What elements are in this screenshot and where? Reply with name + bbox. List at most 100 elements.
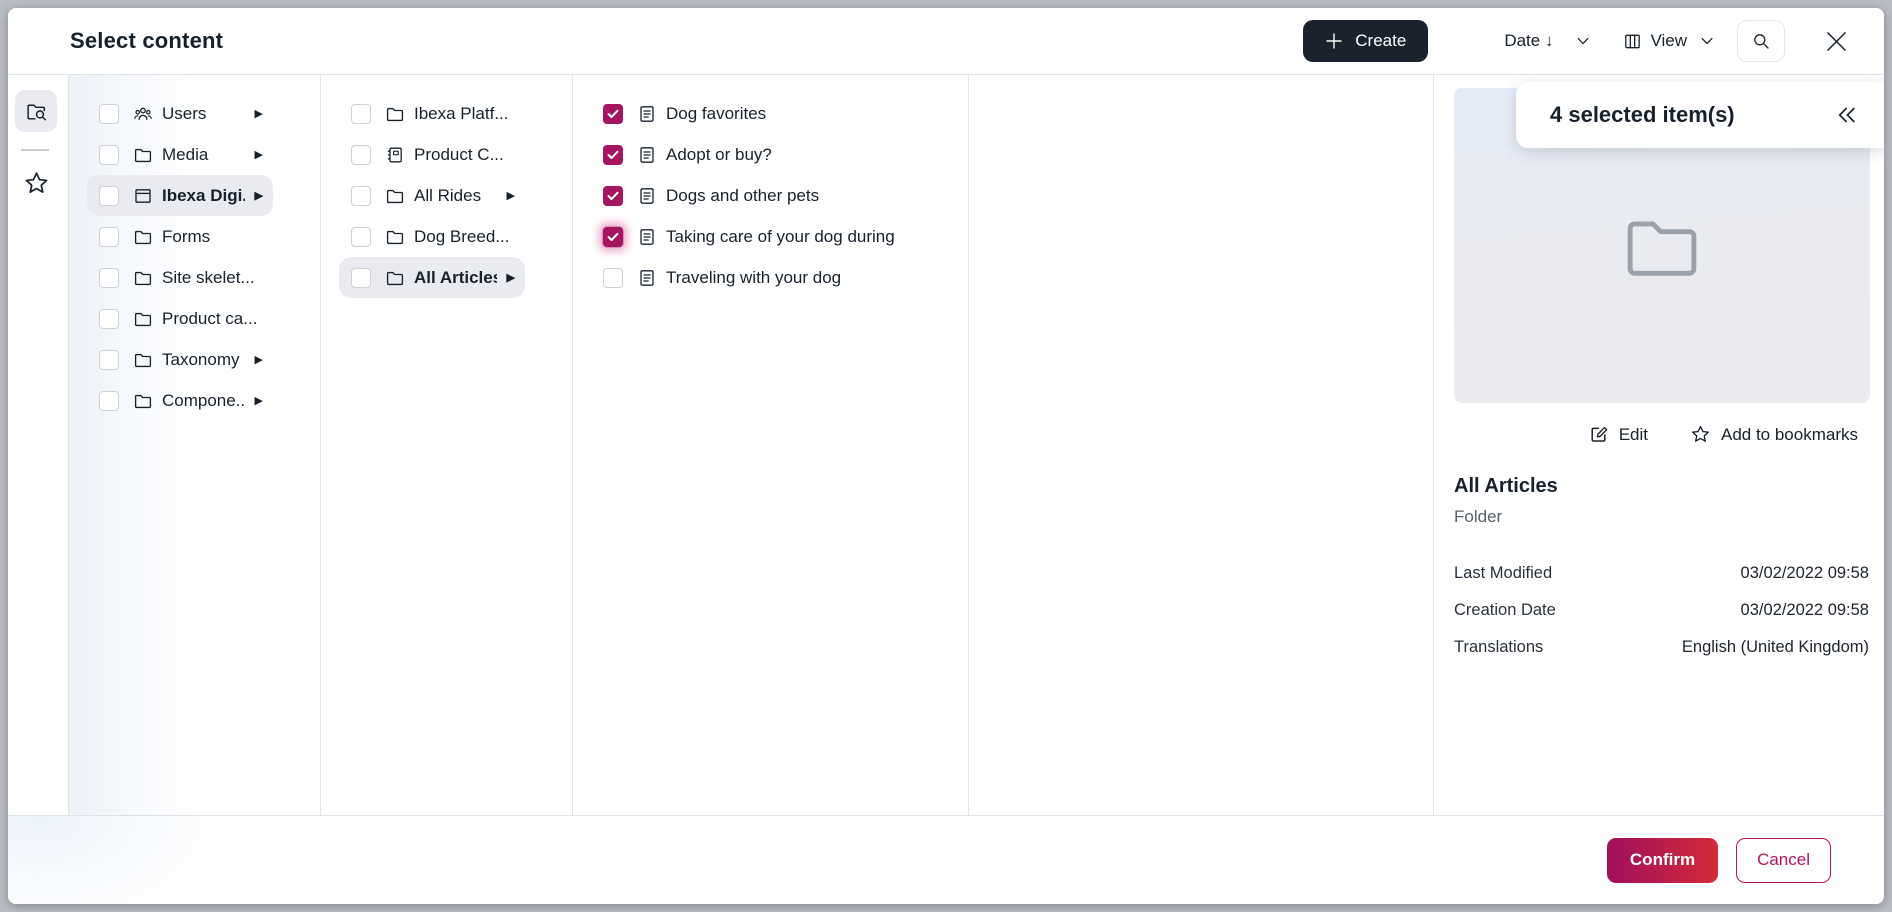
confirm-button[interactable]: Confirm — [1607, 838, 1718, 883]
folder-icon — [133, 268, 153, 288]
expand-arrow-icon[interactable]: ▶ — [507, 271, 515, 284]
expand-arrow-icon[interactable]: ▶ — [255, 107, 263, 120]
tree-item[interactable]: Compone... ▶ — [87, 380, 273, 421]
item-checkbox[interactable] — [99, 309, 119, 329]
sort-dropdown[interactable]: Date ↓ — [1504, 31, 1591, 51]
folder-icon — [133, 309, 153, 329]
tree-item[interactable]: Site skelet... — [87, 257, 273, 298]
create-button[interactable]: Create — [1303, 20, 1428, 62]
expand-arrow-icon[interactable]: ▶ — [507, 189, 515, 202]
tree-item-label: All Articles — [414, 268, 497, 288]
close-button[interactable] — [1823, 28, 1850, 55]
folder-icon — [385, 104, 405, 124]
item-checkbox[interactable] — [603, 268, 623, 288]
modal-footer: Confirm Cancel — [8, 815, 1884, 904]
tree-item[interactable]: Adopt or buy? — [591, 134, 908, 175]
tree-item-label: Ibexa Platf... — [414, 104, 515, 124]
item-checkbox[interactable] — [603, 104, 623, 124]
chevron-down-icon — [1699, 33, 1715, 49]
metadata-label: Creation Date — [1454, 601, 1556, 620]
folder-icon — [385, 227, 405, 247]
item-checkbox[interactable] — [99, 145, 119, 165]
tree-item-label: Dog favorites — [666, 104, 898, 124]
search-button[interactable] — [1737, 20, 1785, 62]
expand-arrow-icon[interactable]: ▶ — [255, 353, 263, 366]
article-icon — [637, 145, 657, 165]
metadata-row: Translations English (United Kingdom) — [1454, 629, 1869, 666]
folder-icon — [133, 145, 153, 165]
tree-item[interactable]: Dog favorites — [591, 93, 908, 134]
tree-item[interactable]: Ibexa Digi...▶ — [87, 175, 273, 216]
select-content-modal: Select content Create Date ↓ View — [8, 8, 1884, 904]
tree-item[interactable]: Dogs and other pets — [591, 175, 908, 216]
item-checkbox[interactable] — [99, 391, 119, 411]
tree-item-label: Forms — [162, 227, 263, 247]
metadata-label: Translations — [1454, 638, 1543, 657]
site-icon — [133, 186, 153, 206]
add-to-bookmarks-button[interactable]: Add to bookmarks — [1690, 424, 1858, 445]
catalog-icon — [385, 145, 405, 165]
item-title: All Articles — [1454, 475, 1558, 498]
tree-item[interactable]: All Rides ▶ — [339, 175, 525, 216]
content-tree-columns: Users▶Media▶Ibexa Digi...▶FormsSite skel… — [69, 75, 1434, 815]
item-checkbox[interactable] — [351, 145, 371, 165]
metadata-value: 03/02/2022 09:58 — [1741, 601, 1869, 620]
tree-item[interactable]: Dog Breed... — [339, 216, 525, 257]
view-dropdown[interactable]: View — [1623, 31, 1715, 51]
folder-icon — [133, 227, 153, 247]
create-button-label: Create — [1355, 31, 1406, 51]
cancel-button[interactable]: Cancel — [1736, 838, 1831, 883]
item-checkbox[interactable] — [351, 104, 371, 124]
double-chevron-left-icon — [1832, 102, 1858, 128]
edit-button[interactable]: Edit — [1588, 424, 1648, 445]
tree-item[interactable]: Forms — [87, 216, 273, 257]
tree-item[interactable]: Taking care of your dog during ... — [591, 216, 908, 257]
tree-item[interactable]: Users ▶ — [87, 93, 273, 134]
item-checkbox[interactable] — [351, 227, 371, 247]
item-checkbox[interactable] — [603, 227, 623, 247]
folder-icon — [1623, 213, 1701, 279]
tree-item-label: Product ca... — [162, 309, 263, 329]
item-checkbox[interactable] — [99, 104, 119, 124]
expand-arrow-icon[interactable]: ▶ — [255, 189, 263, 202]
plus-icon — [1325, 32, 1343, 50]
tree-column: Dog favorites Adopt or buy?Dogs and other… — [573, 75, 969, 815]
view-dropdown-label: View — [1650, 31, 1687, 51]
tree-item[interactable]: Traveling with your dog — [591, 257, 908, 298]
content-browse-icon — [25, 100, 48, 123]
item-checkbox[interactable] — [351, 268, 371, 288]
search-icon — [1751, 31, 1771, 51]
item-type-label: Folder — [1454, 507, 1502, 527]
expand-arrow-icon[interactable]: ▶ — [255, 148, 263, 161]
tree-item-label: Users — [162, 104, 245, 124]
tree-item-label: All Rides — [414, 186, 497, 206]
selected-count-label: 4 selected item(s) — [1550, 102, 1735, 128]
chevron-down-icon — [1575, 33, 1591, 49]
item-checkbox[interactable] — [351, 186, 371, 206]
item-metadata: Last Modified03/02/2022 09:58Creation Da… — [1454, 555, 1869, 666]
item-checkbox[interactable] — [603, 186, 623, 206]
browse-content-button[interactable] — [15, 90, 57, 132]
tree-item-label: Traveling with your dog — [666, 268, 898, 288]
tree-item[interactable]: Product C... — [339, 134, 525, 175]
tree-item-label: Product C... — [414, 145, 515, 165]
tree-item[interactable]: Taxonomy▶ — [87, 339, 273, 380]
star-icon — [1690, 424, 1711, 445]
item-checkbox[interactable] — [99, 268, 119, 288]
collapse-panel-button[interactable] — [1832, 102, 1858, 128]
close-icon — [1823, 28, 1850, 55]
tree-item-label: Dog Breed... — [414, 227, 515, 247]
bookmarks-button[interactable] — [23, 170, 50, 197]
expand-arrow-icon[interactable]: ▶ — [255, 394, 263, 407]
item-checkbox[interactable] — [99, 186, 119, 206]
tree-item[interactable]: Ibexa Platf... — [339, 93, 525, 134]
item-checkbox[interactable] — [99, 350, 119, 370]
tree-item[interactable]: Product ca... — [87, 298, 273, 339]
tree-item-label: Compone... — [162, 391, 245, 411]
item-checkbox[interactable] — [603, 145, 623, 165]
tree-item-label: Media — [162, 145, 245, 165]
tree-item[interactable]: All Articles ▶ — [339, 257, 525, 298]
item-checkbox[interactable] — [99, 227, 119, 247]
metadata-value: English (United Kingdom) — [1682, 638, 1869, 657]
tree-item[interactable]: Media ▶ — [87, 134, 273, 175]
